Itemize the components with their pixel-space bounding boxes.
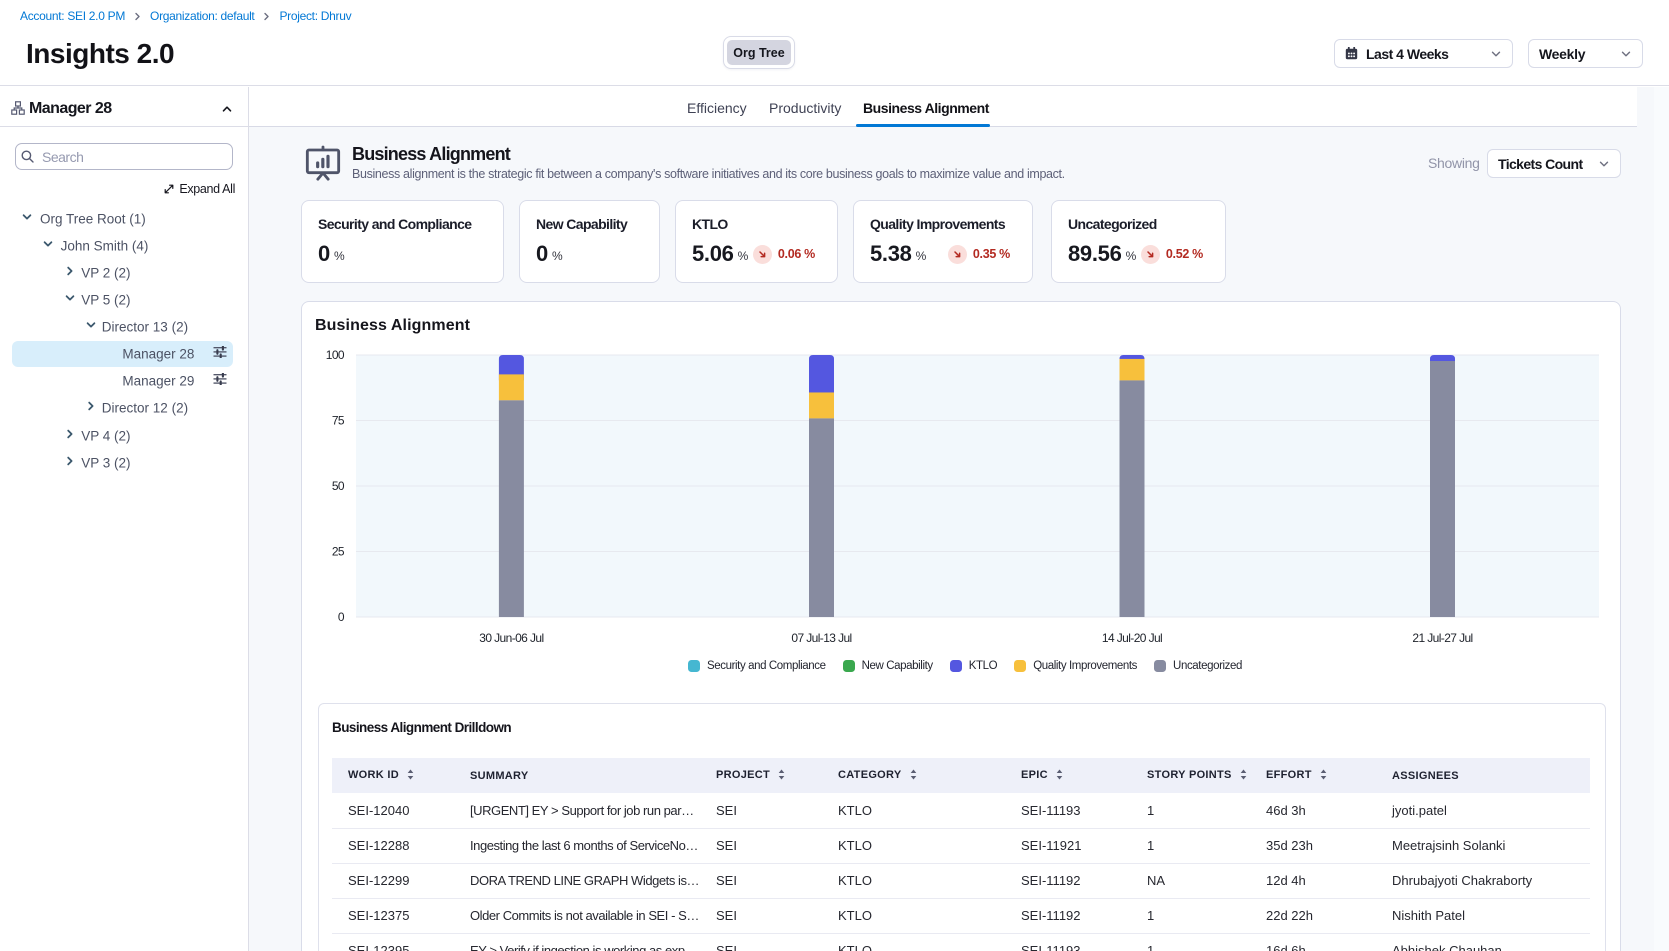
svg-text:0: 0 xyxy=(338,610,345,624)
svg-text:21 Jul-27 Jul: 21 Jul-27 Jul xyxy=(1412,631,1472,645)
svg-text:30 Jun-06 Jul: 30 Jun-06 Jul xyxy=(479,631,543,645)
svg-text:14 Jul-20 Jul: 14 Jul-20 Jul xyxy=(1102,631,1162,645)
svg-text:50: 50 xyxy=(332,479,345,493)
svg-text:100: 100 xyxy=(326,348,345,362)
svg-text:07 Jul-13 Jul: 07 Jul-13 Jul xyxy=(791,631,851,645)
svg-text:75: 75 xyxy=(332,414,345,428)
svg-text:25: 25 xyxy=(332,545,345,559)
